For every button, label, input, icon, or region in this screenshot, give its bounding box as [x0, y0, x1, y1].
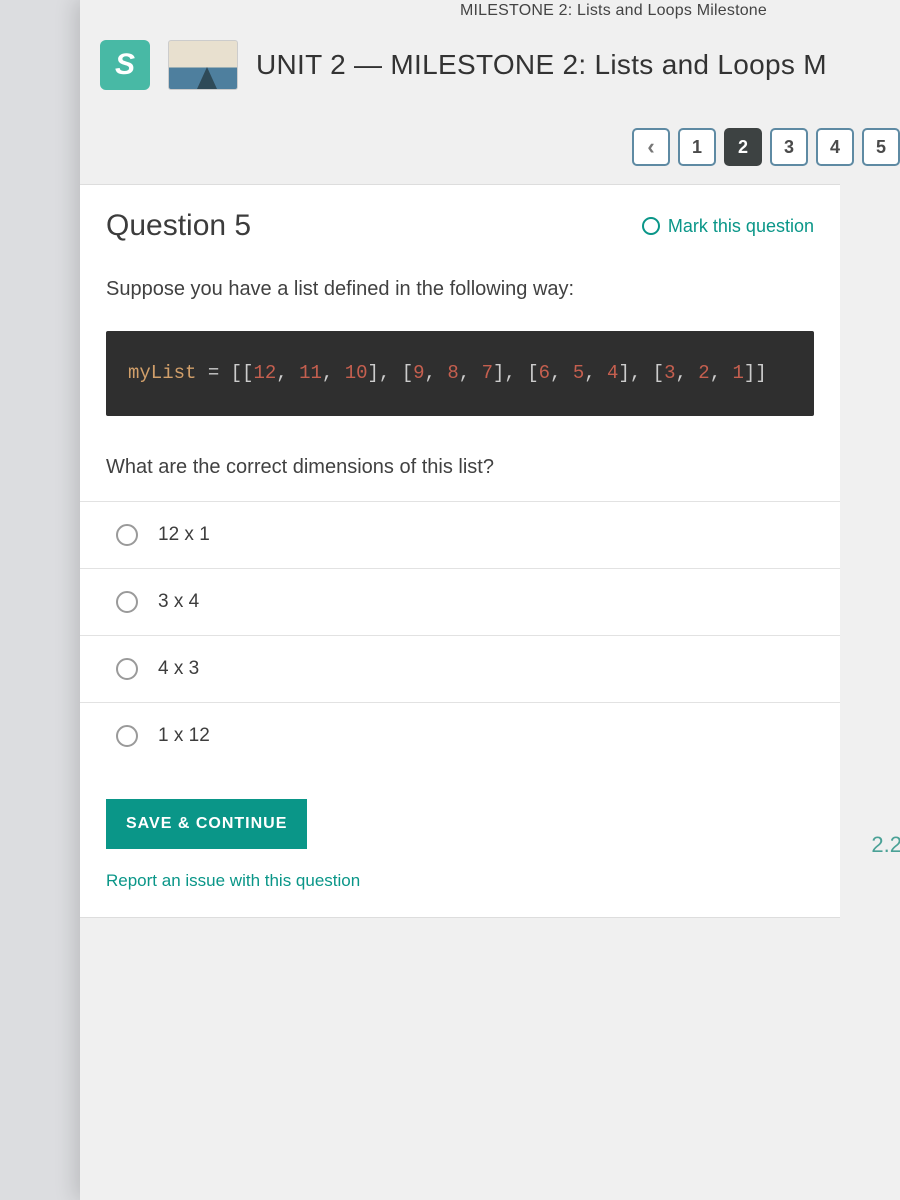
answer-option-1[interactable]: 3 x 4 — [80, 569, 840, 636]
pager-page-4[interactable]: 4 — [816, 128, 854, 166]
pager-page-3[interactable]: 3 — [770, 128, 808, 166]
question-pager: ‹12345 — [80, 110, 900, 184]
mark-question-button[interactable]: Mark this question — [642, 216, 814, 237]
answer-options: 12 x 1 3 x 4 4 x 3 1 x 12 — [80, 501, 840, 769]
answer-option-label: 12 x 1 — [158, 524, 210, 546]
report-issue-link[interactable]: Report an issue with this question — [80, 861, 386, 917]
question-followup: What are the correct dimensions of this … — [80, 426, 840, 501]
mark-question-label: Mark this question — [668, 216, 814, 237]
answer-option-3[interactable]: 1 x 12 — [80, 703, 840, 769]
breadcrumb: MILESTONE 2: Lists and Loops Milestone — [80, 0, 900, 30]
answer-option-label: 4 x 3 — [158, 658, 199, 680]
pager-page-2[interactable]: 2 — [724, 128, 762, 166]
answer-option-2[interactable]: 4 x 3 — [80, 636, 840, 703]
pager-page-1[interactable]: 1 — [678, 128, 716, 166]
answer-option-0[interactable]: 12 x 1 — [80, 502, 840, 569]
question-card: Question 5 Mark this question Suppose yo… — [80, 184, 840, 918]
answer-option-label: 1 x 12 — [158, 725, 210, 747]
side-number: 2.2 — [871, 832, 900, 858]
code-block: myList = [[12, 11, 10], [9, 8, 7], [6, 5… — [106, 331, 814, 416]
save-continue-button[interactable]: SAVE & CONTINUE — [106, 799, 307, 849]
header: S UNIT 2 — MILESTONE 2: Lists and Loops … — [80, 30, 900, 110]
radio-icon — [116, 524, 138, 546]
question-prompt: Suppose you have a list defined in the f… — [80, 249, 840, 313]
mark-circle-icon — [642, 217, 660, 235]
answer-option-label: 3 x 4 — [158, 591, 199, 613]
unit-title: UNIT 2 — MILESTONE 2: Lists and Loops M — [256, 49, 827, 81]
app-logo: S — [100, 40, 150, 90]
radio-icon — [116, 725, 138, 747]
radio-icon — [116, 658, 138, 680]
radio-icon — [116, 591, 138, 613]
question-title: Question 5 — [106, 209, 251, 243]
course-thumbnail — [168, 40, 238, 90]
pager-page-5[interactable]: 5 — [862, 128, 900, 166]
pager-prev-button[interactable]: ‹ — [632, 128, 670, 166]
